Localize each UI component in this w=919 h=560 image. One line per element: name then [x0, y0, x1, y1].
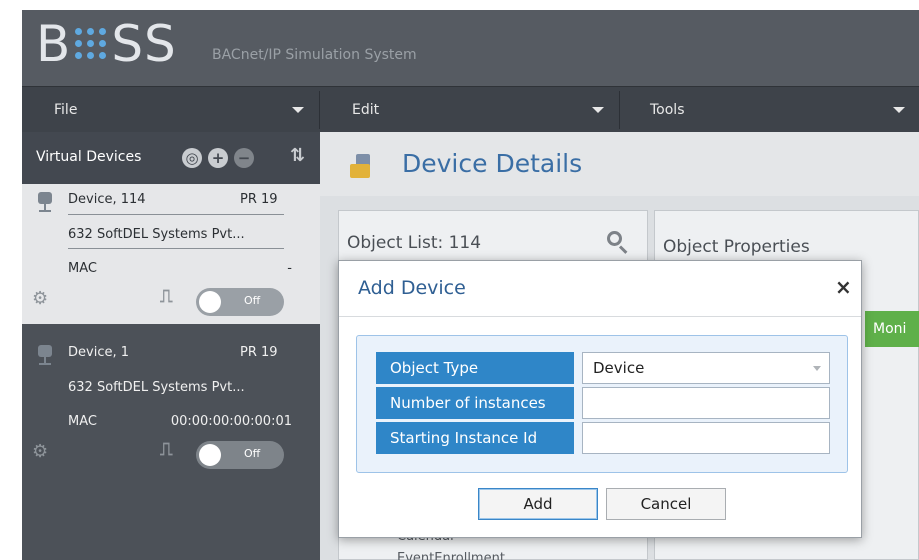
divider — [68, 214, 284, 215]
menu-tools[interactable]: Tools — [620, 87, 919, 133]
object-properties-title: Object Properties — [663, 237, 810, 257]
device-mac-label: MAC — [68, 261, 97, 276]
menu-edit-label: Edit — [352, 102, 380, 118]
sidebar-virtual-devices: Virtual Devices ◎ + − ⇅ Device, 114 PR 1… — [22, 132, 320, 560]
menu-file[interactable]: File — [22, 87, 318, 133]
search-icon[interactable] — [607, 231, 629, 254]
logo-letter-b: B — [36, 15, 72, 73]
sidebar-header: Virtual Devices ◎ + − ⇅ — [22, 132, 320, 184]
chevron-down-icon — [893, 107, 905, 113]
logo-letters-ss: SS — [111, 15, 177, 73]
device-icon — [36, 192, 54, 214]
app-subtitle: BACnet/IP Simulation System — [212, 47, 417, 63]
app-header: B SS BACnet/IP Simulation System — [22, 10, 919, 86]
number-of-instances-label: Number of instances — [376, 387, 574, 419]
add-device-form: Object Type Device Number of instances S… — [356, 335, 848, 473]
device-protocol-revision: PR 19 — [240, 345, 278, 360]
number-of-instances-input[interactable] — [582, 387, 830, 419]
toggle-knob — [199, 291, 221, 313]
add-device-dialog: Add Device × Object Type Device Number o… — [338, 260, 862, 538]
gear-icon[interactable]: ⚙ — [32, 441, 48, 462]
menu-tools-label: Tools — [650, 102, 685, 118]
device-vendor: 632 SoftDEL Systems Pvt... — [68, 227, 245, 242]
device-power-toggle[interactable]: Off — [196, 288, 284, 316]
object-type-select[interactable]: Device — [582, 352, 830, 384]
device-protocol-revision: PR 19 — [240, 192, 278, 207]
add-device-icon[interactable]: ◎ — [182, 148, 202, 168]
device-power-toggle[interactable]: Off — [196, 441, 284, 469]
starting-instance-id-label: Starting Instance Id — [376, 422, 574, 454]
device-mac-label: MAC — [68, 414, 97, 429]
logo-dots-icon — [73, 26, 109, 62]
object-type-value: Device — [593, 359, 645, 377]
sidebar-title: Virtual Devices — [36, 149, 142, 165]
dialog-title: Add Device — [358, 277, 466, 299]
dialog-header: Add Device × — [339, 261, 861, 317]
divider — [68, 248, 284, 249]
gear-icon[interactable]: ⚙ — [32, 288, 48, 309]
menu-bar: File Edit Tools — [22, 86, 919, 132]
cancel-button[interactable]: Cancel — [606, 488, 726, 520]
object-type-label: Object Type — [376, 352, 574, 384]
menu-file-label: File — [54, 102, 78, 118]
page-title: Device Details — [402, 149, 583, 178]
device-card[interactable]: Device, 1 PR 19 632 SoftDEL Systems Pvt.… — [22, 337, 320, 477]
device-name: Device, 1 — [68, 345, 129, 360]
toggle-label: Off — [244, 294, 261, 307]
pulse-icon: ⎍ — [160, 439, 173, 460]
form-row-number-of-instances: Number of instances — [376, 387, 830, 419]
close-icon[interactable]: × — [835, 275, 852, 299]
form-row-starting-instance-id: Starting Instance Id — [376, 422, 830, 454]
app-logo: B SS — [36, 14, 177, 74]
device-icon — [36, 345, 54, 367]
device-vendor: 632 SoftDEL Systems Pvt... — [68, 380, 245, 395]
toggle-label: Off — [244, 447, 261, 460]
device-mac: 00:00:00:00:00:01 — [170, 414, 292, 429]
add-button[interactable]: Add — [478, 488, 598, 520]
device-details-icon — [350, 154, 372, 180]
device-card[interactable]: Device, 114 PR 19 632 SoftDEL Systems Pv… — [22, 184, 320, 324]
plus-icon[interactable]: + — [208, 148, 228, 168]
chevron-down-icon — [592, 107, 604, 113]
device-name: Device, 114 — [68, 192, 146, 207]
minus-icon[interactable]: − — [234, 148, 254, 168]
chevron-down-icon — [292, 107, 304, 113]
tree-item[interactable]: EventEnrollment — [397, 551, 505, 560]
menu-edit[interactable]: Edit — [320, 87, 618, 133]
main-header: Device Details — [320, 132, 919, 196]
device-mac: - — [287, 261, 292, 276]
toggle-knob — [199, 444, 221, 466]
monitor-button[interactable]: Moni — [865, 311, 919, 347]
form-row-object-type: Object Type Device — [376, 352, 830, 384]
chevron-down-icon — [813, 366, 821, 371]
sort-icon[interactable]: ⇅ — [290, 145, 305, 166]
object-list-title: Object List: 114 — [347, 233, 482, 253]
starting-instance-id-input[interactable] — [582, 422, 830, 454]
pulse-icon: ⎍ — [160, 286, 173, 307]
